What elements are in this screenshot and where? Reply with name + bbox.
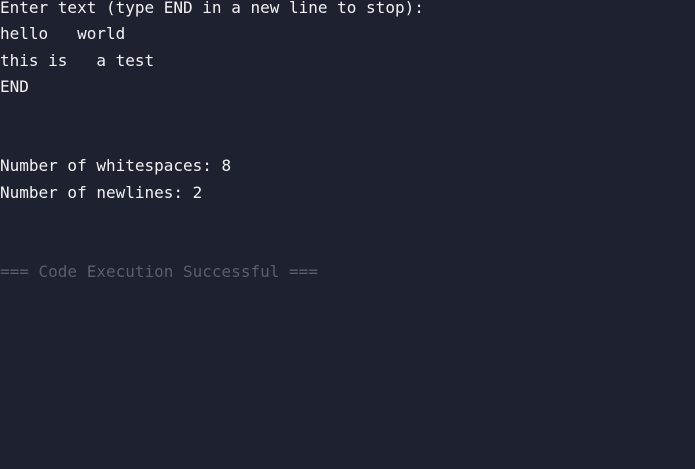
input-line-1: hello world [0, 24, 126, 43]
input-line-2: this is a test [0, 51, 155, 70]
whitespace-count-line: Number of whitespaces: 8 [0, 156, 232, 175]
prompt-line: Enter text (type END in a new line to st… [0, 0, 424, 17]
newline-count-line: Number of newlines: 2 [0, 183, 203, 202]
execution-status: === Code Execution Successful === [0, 262, 318, 281]
input-line-3: END [0, 77, 29, 96]
output-console: Enter text (type END in a new line to st… [0, 0, 695, 469]
